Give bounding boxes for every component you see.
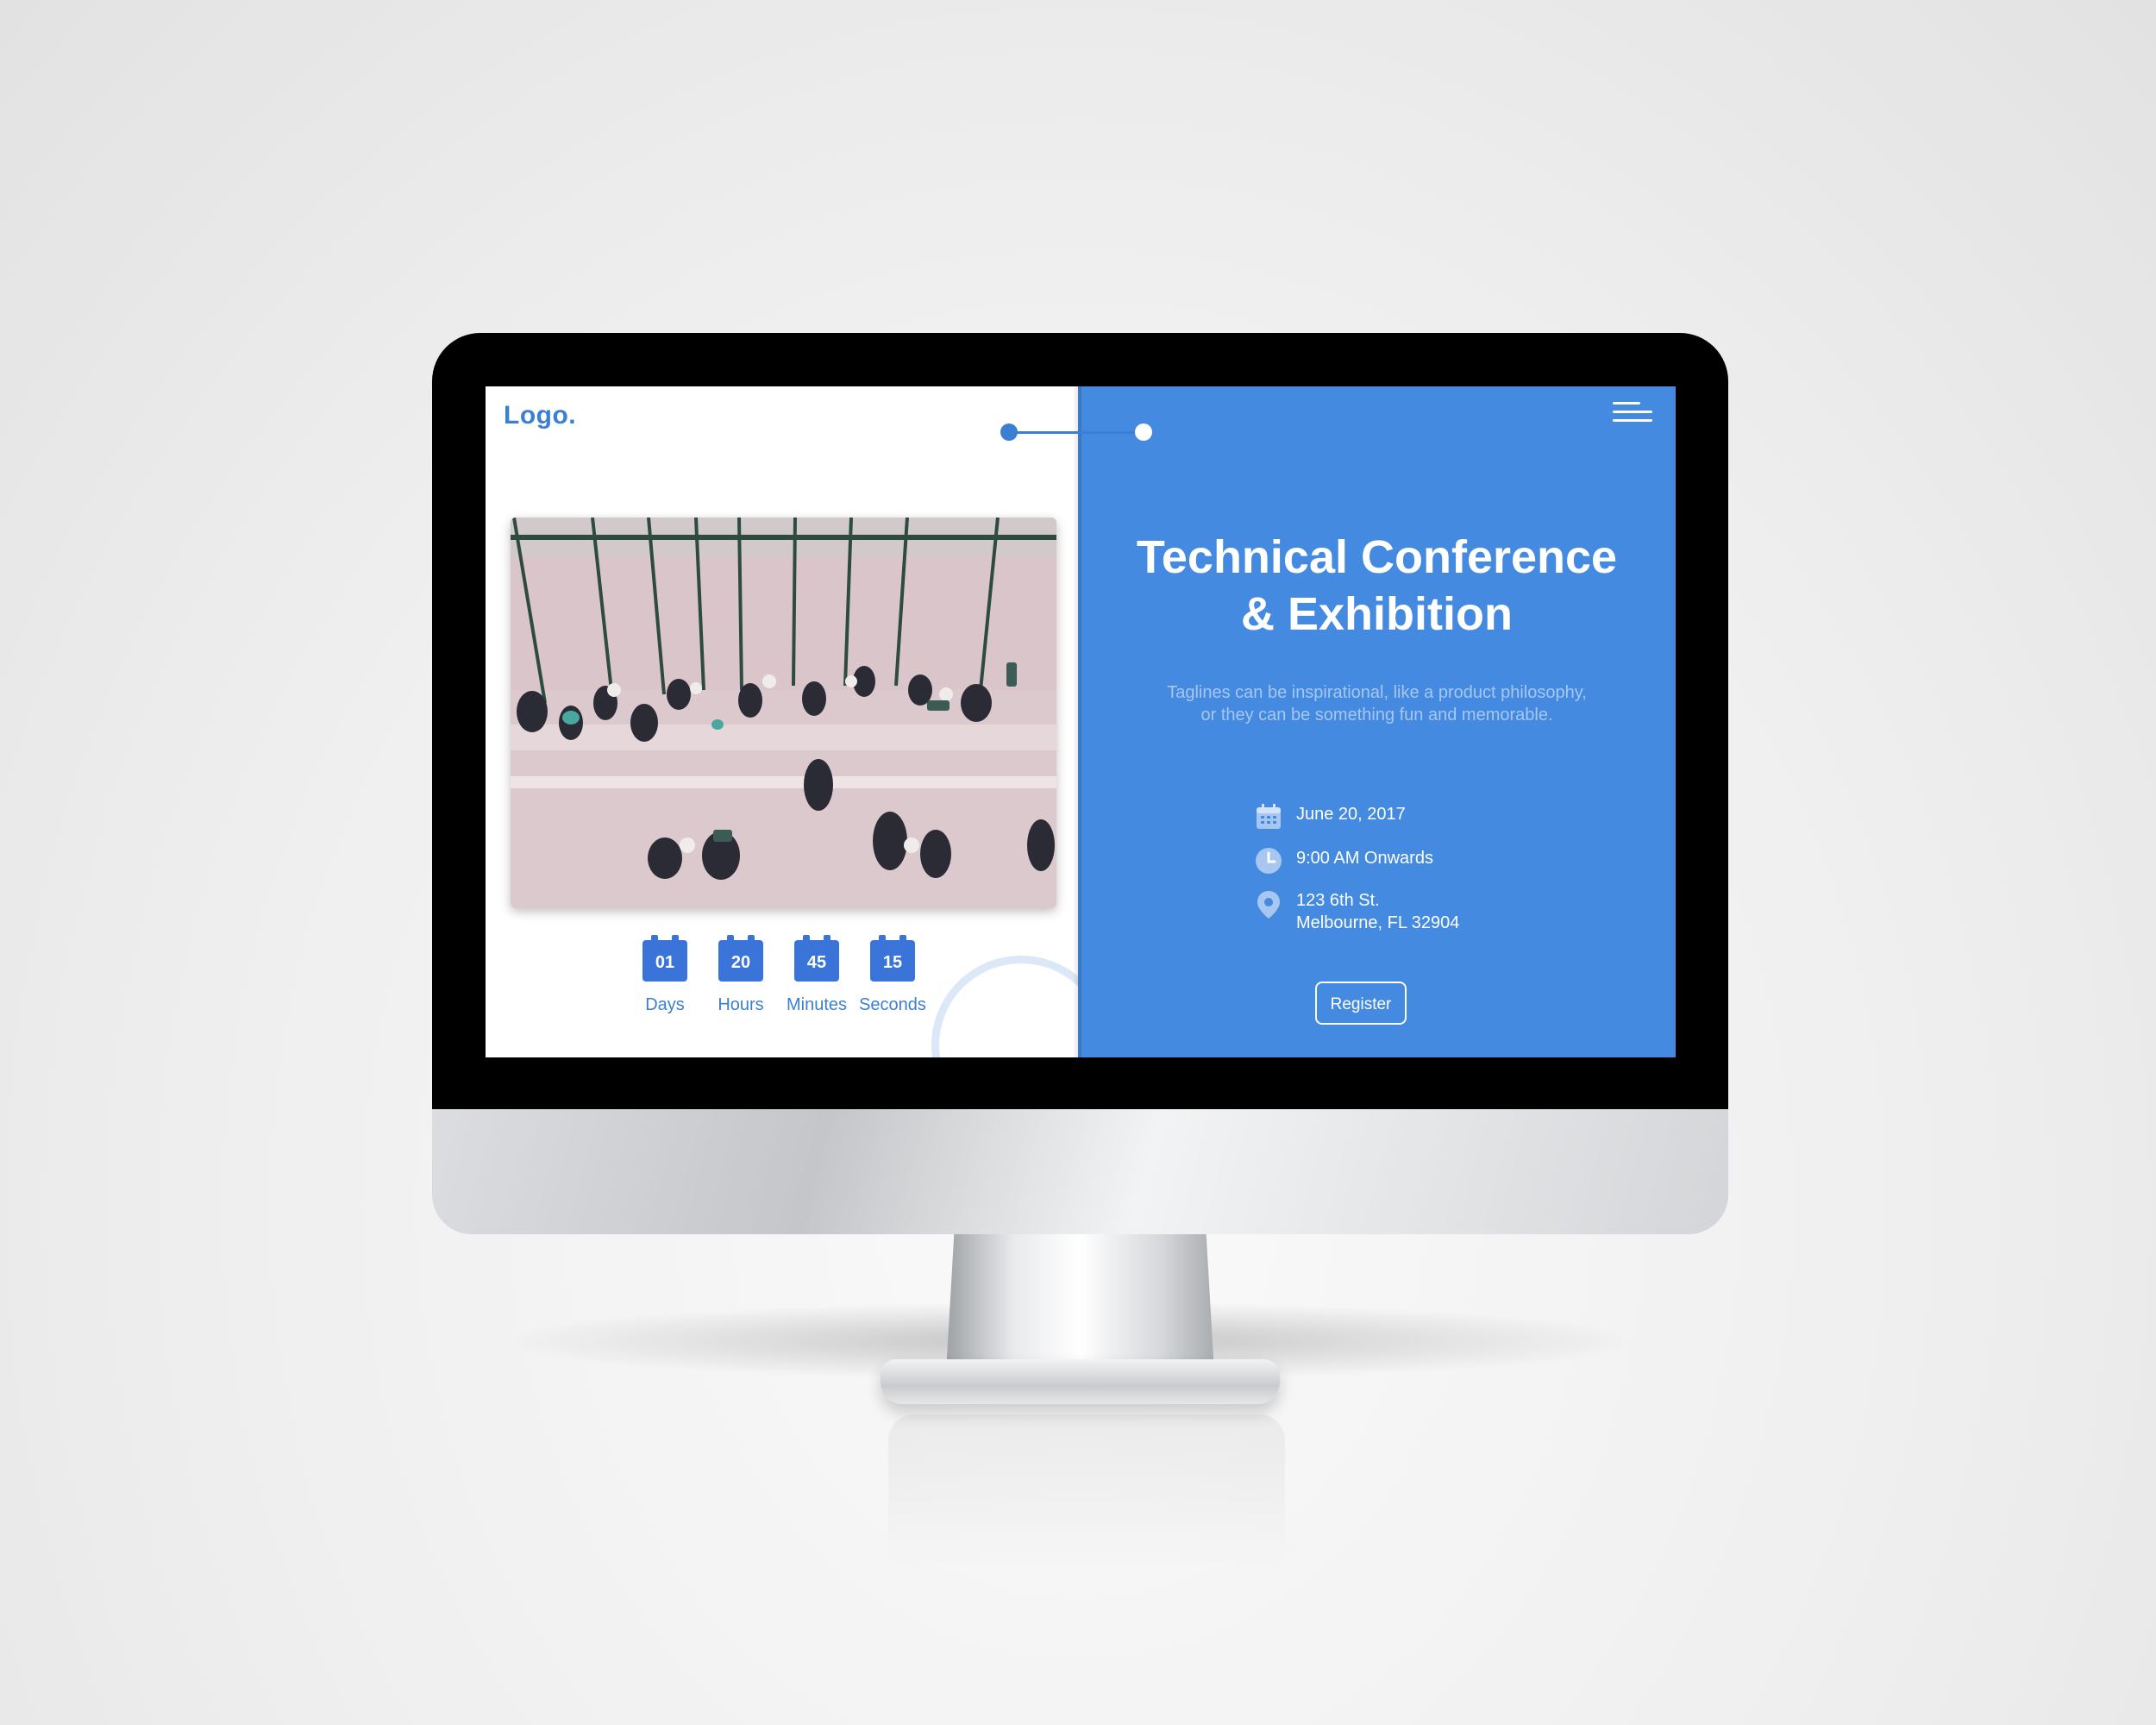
event-title-line1: Technical Conference xyxy=(1136,531,1618,583)
monitor-reflection xyxy=(888,1414,1285,1570)
countdown-timer: 01 Days 20 Hours 45 Minutes 15 Seconds xyxy=(624,935,960,1035)
countdown-minutes-label: Minutes xyxy=(786,995,848,1014)
register-button[interactable]: Register xyxy=(1315,982,1407,1025)
tagline-line1: Taglines can be inspirational, like a pr… xyxy=(1167,683,1587,702)
left-panel: Logo. 01 Days 20 Hours 45 Minutes 15 Sec… xyxy=(486,386,1111,1057)
slide-connector xyxy=(1000,421,1152,443)
event-address: 123 6th St. Melbourne, FL 32904 xyxy=(1296,889,1459,934)
countdown-minutes-value: 45 xyxy=(794,935,839,982)
logo[interactable]: Logo. xyxy=(504,401,576,430)
countdown-hours-label: Hours xyxy=(718,995,764,1014)
hamburger-menu-icon[interactable] xyxy=(1613,402,1652,428)
countdown-days-label: Days xyxy=(645,995,685,1014)
monitor-stand-foot xyxy=(881,1359,1280,1404)
countdown-hours: 20 Hours xyxy=(699,935,782,1015)
panel-divider xyxy=(1073,386,1081,1057)
connector-dot-right[interactable] xyxy=(1135,423,1152,441)
connector-dot-left[interactable] xyxy=(1000,423,1018,441)
conference-photo xyxy=(511,518,1056,908)
event-date: June 20, 2017 xyxy=(1296,805,1406,824)
landing-page-screen: Logo. 01 Days 20 Hours 45 Minutes 15 Sec… xyxy=(486,386,1676,1057)
monitor-stand-neck xyxy=(946,1234,1214,1372)
countdown-hours-value: 20 xyxy=(718,935,763,982)
event-time: 9:00 AM Onwards xyxy=(1296,849,1433,868)
map-pin-icon xyxy=(1255,889,1282,926)
monitor-chin xyxy=(432,1109,1728,1234)
countdown-days-value: 01 xyxy=(642,935,687,982)
event-address-line2: Melbourne, FL 32904 xyxy=(1296,913,1460,932)
monitor-bezel: Logo. 01 Days 20 Hours 45 Minutes 15 Sec… xyxy=(432,333,1728,1109)
countdown-seconds: 15 Seconds xyxy=(851,935,934,1015)
calendar-icon xyxy=(1255,803,1282,837)
countdown-days: 01 Days xyxy=(624,935,706,1015)
right-panel: Technical Conference & Exhibition Taglin… xyxy=(1078,386,1676,1057)
event-title: Technical Conference & Exhibition xyxy=(1078,529,1676,643)
event-address-line1: 123 6th St. xyxy=(1296,891,1380,910)
event-title-line2: & Exhibition xyxy=(1241,588,1513,640)
tagline-line2: or they can be something fun and memorab… xyxy=(1200,706,1553,724)
countdown-minutes: 45 Minutes xyxy=(775,935,858,1015)
connector-line xyxy=(1009,431,1144,434)
imac-monitor: Logo. 01 Days 20 Hours 45 Minutes 15 Sec… xyxy=(432,333,1728,1404)
countdown-seconds-label: Seconds xyxy=(859,995,926,1014)
event-tagline: Taglines can be inspirational, like a pr… xyxy=(1130,681,1624,726)
clock-icon xyxy=(1255,847,1282,881)
countdown-seconds-value: 15 xyxy=(870,935,915,982)
